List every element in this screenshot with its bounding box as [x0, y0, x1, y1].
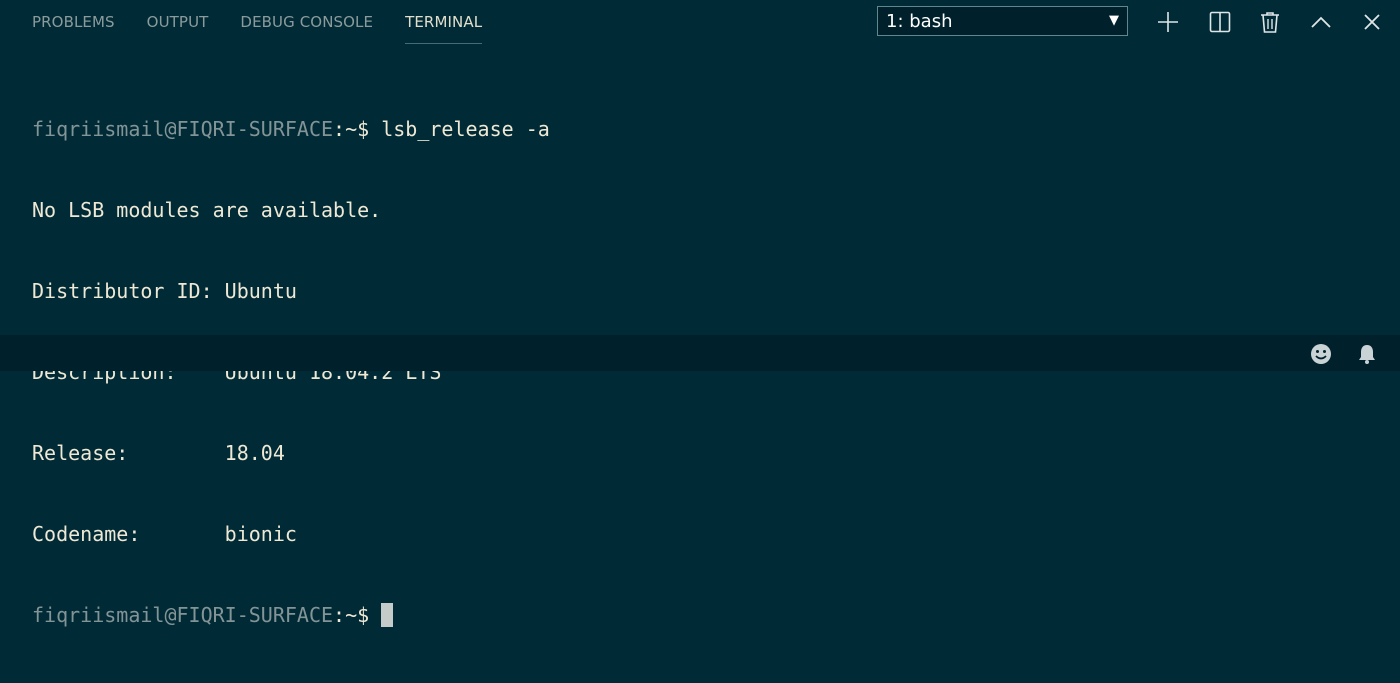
command-text: lsb_release -a	[369, 117, 550, 141]
terminal-line: Distributor ID: Ubuntu	[32, 279, 297, 303]
chevron-up-icon	[1311, 16, 1331, 28]
terminal-line: Release: 18.04	[32, 441, 285, 465]
kill-terminal-button[interactable]	[1257, 9, 1283, 35]
bell-icon	[1359, 345, 1375, 364]
caret-down-icon: ▼	[1109, 13, 1119, 28]
terminal-line: Codename: bionic	[32, 522, 297, 546]
prompt-suffix: :~$	[333, 603, 370, 627]
panel-tabs: PROBLEMS OUTPUT DEBUG CONSOLE TERMINAL	[32, 0, 483, 44]
trash-icon	[1261, 12, 1279, 33]
tab-output[interactable]: OUTPUT	[147, 0, 209, 43]
notifications-button[interactable]	[1355, 342, 1379, 366]
status-bar	[0, 335, 1400, 371]
terminal-line: fiqriismail@FIQRI-SURFACE:~$	[32, 602, 550, 629]
terminal-panel: PROBLEMS OUTPUT DEBUG CONSOLE TERMINAL 1…	[0, 0, 1400, 627]
split-icon	[1209, 11, 1231, 33]
terminal-select-value: 1: bash	[886, 10, 953, 32]
tab-problems[interactable]: PROBLEMS	[32, 0, 115, 43]
prompt-user: fiqriismail@FIQRI-SURFACE	[32, 117, 334, 141]
close-panel-button[interactable]	[1359, 9, 1385, 35]
prompt-suffix: :~$	[333, 117, 370, 141]
terminal-line: No LSB modules are available.	[32, 198, 382, 222]
terminal-output[interactable]: fiqriismail@FIQRI-SURFACE:~$ lsb_release…	[32, 62, 550, 683]
plus-icon	[1158, 12, 1178, 32]
terminal-select-dropdown[interactable]: 1: bash ▼	[877, 6, 1128, 36]
smiley-icon	[1311, 344, 1331, 364]
prompt-user: fiqriismail@FIQRI-SURFACE	[32, 603, 334, 627]
terminal-line: fiqriismail@FIQRI-SURFACE:~$ lsb_release…	[32, 116, 550, 143]
terminal-cursor	[381, 603, 394, 627]
tab-terminal[interactable]: TERMINAL	[405, 0, 483, 44]
split-terminal-button[interactable]	[1207, 9, 1233, 35]
close-icon	[1364, 14, 1380, 30]
maximize-panel-button[interactable]	[1308, 9, 1334, 35]
tab-debug-console[interactable]: DEBUG CONSOLE	[240, 0, 373, 43]
new-terminal-button[interactable]	[1155, 9, 1181, 35]
feedback-button[interactable]	[1309, 342, 1333, 366]
